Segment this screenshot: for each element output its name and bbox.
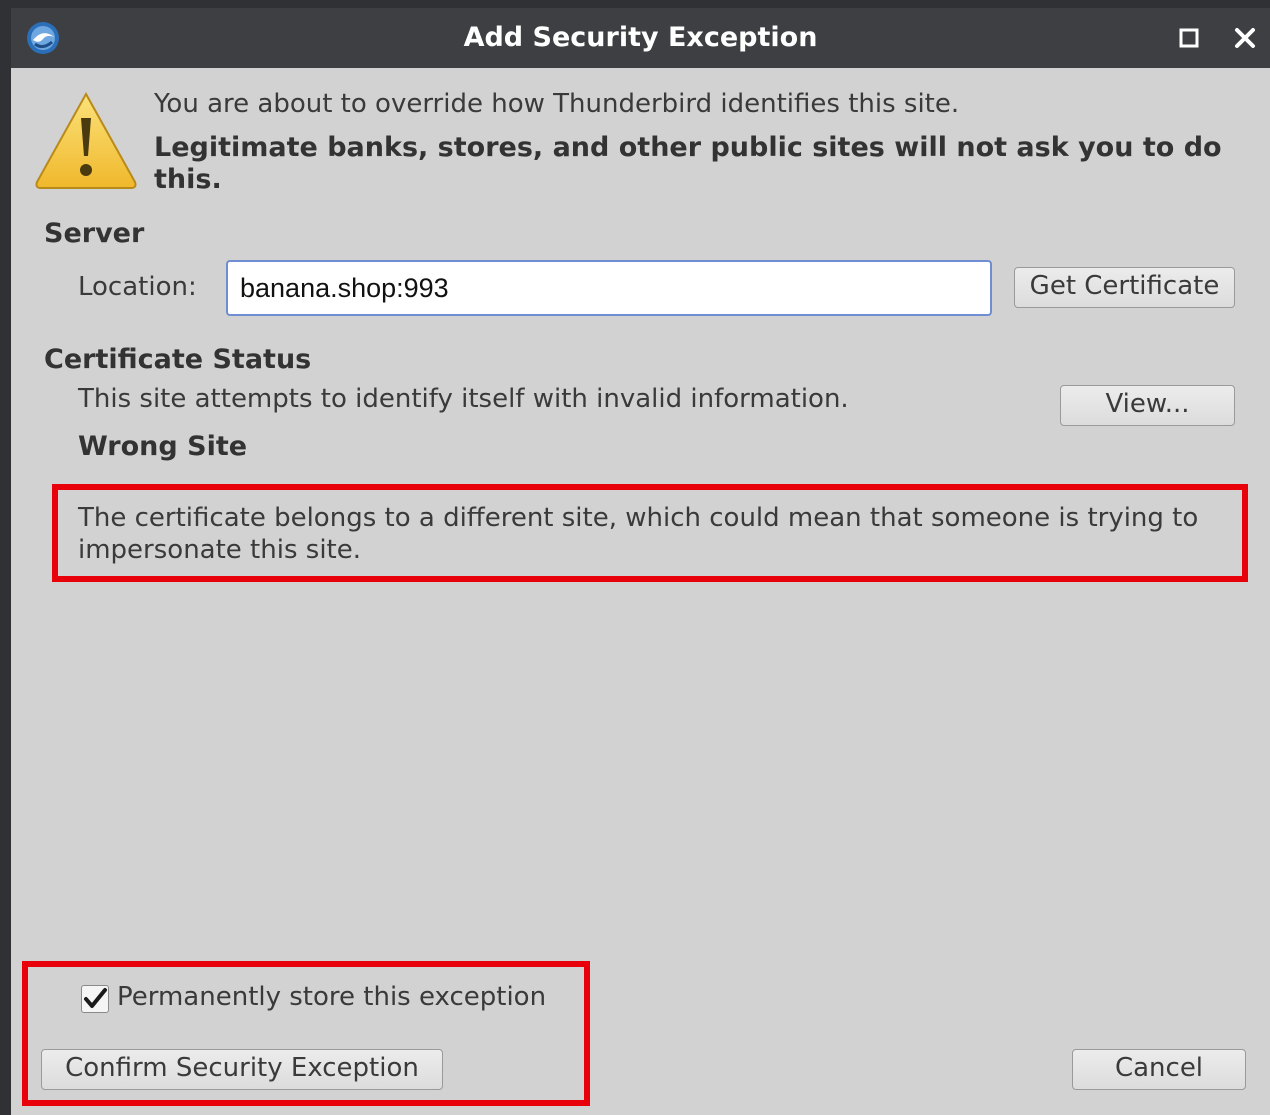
location-input[interactable] [226,260,992,316]
legitimate-sites-warning: Legitimate banks, stores, and other publ… [154,132,1222,195]
close-icon[interactable] [1231,24,1259,52]
warning-triangle-icon [35,91,137,189]
view-label: View... [1105,389,1190,419]
location-label: Location: [78,272,197,302]
cancel-label: Cancel [1114,1053,1204,1083]
server-heading: Server [44,218,145,249]
highlight-box-problem-detail [52,484,1248,582]
highlight-box-confirm-area [22,961,590,1106]
problem-title: Wrong Site [78,431,248,462]
title-bar[interactable]: Add Security Exception [11,8,1270,68]
dialog-title: Add Security Exception [463,22,818,53]
maximize-icon[interactable] [1177,26,1201,50]
view-certificate-button[interactable]: View... [1060,385,1235,426]
certificate-status-heading: Certificate Status [44,344,312,375]
override-warning-text: You are about to override how Thunderbir… [154,89,960,119]
cancel-button[interactable]: Cancel [1072,1049,1246,1090]
security-exception-dialog: Add Security Exception You are about to … [11,8,1270,1115]
get-certificate-label: Get Certificate [1029,271,1220,301]
get-certificate-button[interactable]: Get Certificate [1014,267,1235,308]
certificate-status-text: This site attempts to identify itself wi… [78,384,849,414]
